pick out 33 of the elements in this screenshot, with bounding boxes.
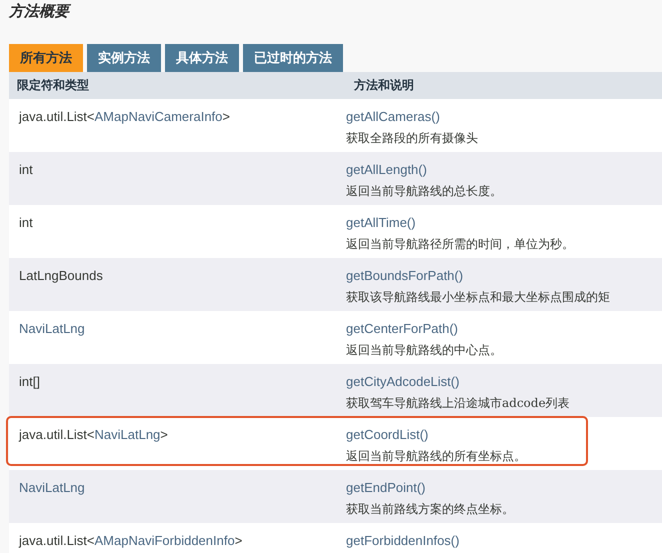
type-cell-text: int [18, 161, 34, 179]
column-header: 方法和说明 [352, 77, 415, 94]
method-link[interactable]: getCoordList() [346, 427, 428, 442]
tab[interactable]: 具体方法 [165, 44, 239, 72]
type-cell-text: java.util.List<NaviLatLng> [18, 426, 169, 444]
method-link[interactable]: getAllCameras() [346, 109, 440, 124]
type-cell-text: java.util.List<AMapNaviForbiddenInfo> [18, 532, 244, 550]
method-link[interactable]: getEndPoint() [346, 480, 426, 495]
method-description: 获取驾车导航路线上沿途城市adcode列表 [346, 396, 570, 410]
method-link[interactable]: getBoundsForPath() [346, 268, 464, 283]
method-link[interactable]: getCenterForPath() [346, 321, 458, 336]
method-description: 返回当前导航路线的中心点。 [346, 343, 502, 357]
tab[interactable]: 所有方法 [9, 44, 83, 72]
method-description: 获取当前路线方案的终点坐标。 [346, 502, 514, 516]
method-description: 获取该导航路线最小坐标点和最大坐标点围成的矩 [346, 290, 610, 304]
method-link[interactable]: getAllLength() [346, 162, 427, 177]
type-cell-text: int [18, 214, 34, 232]
method-link[interactable]: getCityAdcodeList() [346, 374, 460, 389]
tab[interactable]: 已过时的方法 [243, 44, 343, 72]
section-title: 方法概要 [9, 2, 69, 22]
type-cell-text: java.util.List<AMapNaviCameraInfo> [18, 108, 231, 126]
method-link[interactable]: getAllTime() [346, 215, 416, 230]
tab[interactable]: 实例方法 [87, 44, 161, 72]
method-link[interactable]: getForbiddenInfos() [346, 533, 460, 548]
type-cell-text: int[] [18, 373, 41, 391]
type-cell-text: LatLngBounds [18, 267, 104, 285]
method-description: 获取全路段的所有摄像头 [346, 131, 478, 145]
method-description: 返回当前导航路线的总长度。 [346, 184, 502, 198]
column-header: 限定符和类型 [16, 77, 90, 94]
type-cell-text: NaviLatLng [18, 479, 86, 497]
method-description: 返回当前导航路径所需的时间，单位为秒。 [346, 237, 574, 251]
type-cell-text: NaviLatLng [18, 320, 86, 338]
method-description: 返回当前导航路线的所有坐标点。 [346, 449, 526, 463]
